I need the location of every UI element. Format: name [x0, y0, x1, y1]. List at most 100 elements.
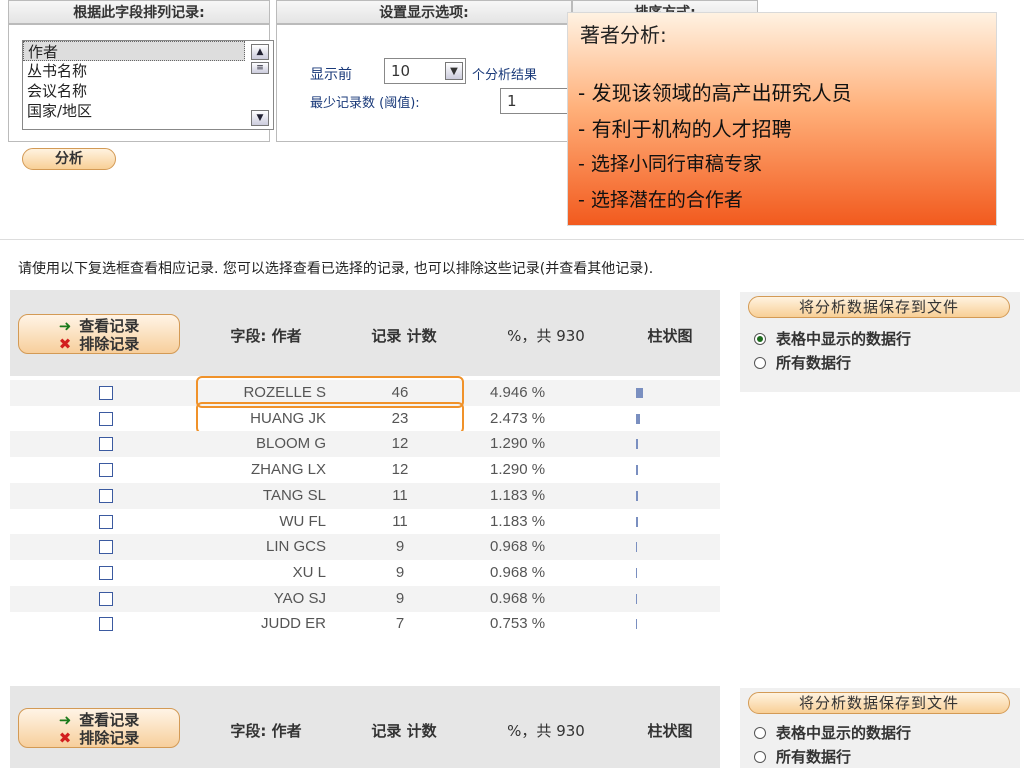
- percent-cell: 1.290 %: [490, 461, 546, 478]
- show-top-label: 显示前: [310, 67, 352, 83]
- field-list-item[interactable]: 丛书名称: [23, 61, 273, 81]
- radio-icon[interactable]: [754, 750, 766, 763]
- chevron-down-icon[interactable]: ▼: [445, 62, 463, 80]
- min-records-input[interactable]: 1: [500, 88, 572, 114]
- author-cell: BLOOM G: [255, 435, 326, 452]
- save-option-all[interactable]: 所有数据行: [754, 746, 851, 767]
- count-cell: 9: [395, 564, 405, 581]
- save-option-displayed[interactable]: 表格中显示的数据行: [754, 722, 911, 743]
- row-checkbox[interactable]: [99, 489, 113, 503]
- count-cell: 11: [392, 513, 408, 530]
- count-cell: 11: [392, 487, 408, 504]
- count-cell: 12: [391, 435, 409, 452]
- radio-icon[interactable]: [754, 726, 766, 739]
- callout-title: 著者分析:: [580, 23, 667, 47]
- table-row: JUDD ER 7 0.753 %: [10, 611, 720, 637]
- row-checkbox[interactable]: [99, 412, 113, 426]
- table-row: BLOOM G 12 1.290 %: [10, 431, 720, 457]
- row-checkbox[interactable]: [99, 463, 113, 477]
- count-cell: 9: [395, 590, 405, 607]
- bar-chart-mark: [636, 439, 638, 449]
- save-to-file-button[interactable]: 将分析数据保存到文件: [748, 692, 1010, 714]
- show-top-suffix: 个分析结果: [472, 68, 538, 83]
- column-header-percent[interactable]: %，共 930: [472, 325, 620, 346]
- field-listbox[interactable]: 作者 丛书名称 会议名称 国家/地区: [22, 40, 274, 130]
- bar-chart-mark: [636, 542, 637, 552]
- divider: [0, 239, 1024, 240]
- display-options-header: 设置显示选项:: [276, 0, 572, 24]
- scroll-up-icon[interactable]: ▲: [251, 44, 269, 60]
- save-option-displayed[interactable]: 表格中显示的数据行: [754, 328, 911, 349]
- column-header-count[interactable]: 记录 计数: [336, 325, 472, 346]
- column-header-author[interactable]: 字段: 作者: [196, 720, 336, 741]
- row-checkbox[interactable]: [99, 592, 113, 606]
- percent-cell: 0.968 %: [490, 590, 546, 607]
- close-icon: ✖: [58, 335, 72, 353]
- column-header-bar-chart[interactable]: 柱状图: [620, 720, 720, 741]
- callout-bullet: -: [578, 153, 585, 175]
- view-exclude-button[interactable]: ➜ 查看记录 ✖ 排除记录: [18, 708, 180, 748]
- bar-chart-mark: [636, 414, 640, 424]
- show-top-select[interactable]: 10 ▼: [384, 58, 466, 84]
- save-to-file-button[interactable]: 将分析数据保存到文件: [748, 296, 1010, 318]
- field-list-item[interactable]: 作者: [23, 41, 245, 61]
- exclude-records-button[interactable]: ✖ 排除记录: [19, 729, 179, 747]
- callout-point-text: 发现该领域的高产出研究人员: [591, 81, 852, 105]
- percent-cell: 1.183 %: [490, 513, 546, 530]
- bar-chart-mark: [636, 619, 637, 629]
- analyze-button[interactable]: 分析: [22, 148, 116, 170]
- exclude-records-button[interactable]: ✖ 排除记录: [19, 335, 179, 353]
- column-header-count[interactable]: 记录 计数: [336, 720, 472, 741]
- scrollbar-thumb[interactable]: ≡: [251, 62, 269, 74]
- save-panel: 将分析数据保存到文件 表格中显示的数据行 所有数据行: [740, 292, 1020, 392]
- table-row: WU FL 11 1.183 %: [10, 509, 720, 535]
- callout-bullet: -: [578, 81, 586, 105]
- author-cell: ZHANG LX: [250, 461, 326, 478]
- min-records-label: 最少记录数 (阈值):: [310, 96, 420, 111]
- field-list-item[interactable]: 国家/地区: [23, 101, 273, 121]
- table-row: XU L 9 0.968 %: [10, 560, 720, 586]
- highlight-box: [196, 402, 464, 434]
- column-header-author[interactable]: 字段: 作者: [196, 325, 336, 346]
- column-header-bar-chart[interactable]: 柱状图: [620, 325, 720, 346]
- callout-bullet: -: [578, 189, 585, 211]
- view-records-button[interactable]: ➜ 查看记录: [19, 711, 179, 729]
- view-records-button[interactable]: ➜ 查看记录: [19, 317, 179, 335]
- count-cell: 7: [395, 615, 405, 632]
- column-header-percent[interactable]: %，共 930: [472, 720, 620, 741]
- bar-chart-mark: [636, 491, 638, 501]
- arrow-right-icon: ➜: [58, 711, 72, 729]
- show-top-value: 10: [391, 62, 411, 80]
- row-checkbox[interactable]: [99, 386, 113, 400]
- count-cell: 12: [391, 461, 409, 478]
- author-cell: XU L: [292, 564, 326, 581]
- table-row: LIN GCS 9 0.968 %: [10, 534, 720, 560]
- row-checkbox[interactable]: [99, 566, 113, 580]
- author-cell: YAO SJ: [273, 590, 326, 607]
- row-checkbox[interactable]: [99, 515, 113, 529]
- row-checkbox[interactable]: [99, 437, 113, 451]
- author-cell: LIN GCS: [265, 538, 326, 555]
- row-checkbox[interactable]: [99, 617, 113, 631]
- scroll-down-icon[interactable]: ▼: [251, 110, 269, 126]
- callout-bullet: -: [578, 117, 586, 141]
- author-analysis-callout: 著者分析: - 发现该领域的高产出研究人员 - 有利于机构的人才招聘 - 选择小…: [567, 12, 997, 226]
- field-list-item[interactable]: 会议名称: [23, 81, 273, 101]
- percent-cell: 0.753 %: [490, 615, 546, 632]
- percent-cell: 2.473 %: [490, 410, 546, 427]
- save-option-all[interactable]: 所有数据行: [754, 352, 851, 373]
- bar-chart-mark: [636, 594, 637, 604]
- bar-chart-mark: [636, 568, 637, 578]
- percent-cell: 1.183 %: [490, 487, 546, 504]
- view-exclude-button[interactable]: ➜ 查看记录 ✖ 排除记录: [18, 314, 180, 354]
- percent-cell: 0.968 %: [490, 538, 546, 555]
- callout-point: - 选择潜在的合作者: [578, 185, 743, 212]
- table-row: TANG SL 11 1.183 %: [10, 483, 720, 509]
- bar-chart-mark: [636, 388, 643, 398]
- close-icon: ✖: [58, 729, 72, 747]
- radio-icon[interactable]: [754, 356, 766, 369]
- bar-chart-mark: [636, 465, 638, 475]
- radio-selected-icon[interactable]: [754, 332, 766, 345]
- callout-point-text: 选择潜在的合作者: [590, 189, 743, 211]
- row-checkbox[interactable]: [99, 540, 113, 554]
